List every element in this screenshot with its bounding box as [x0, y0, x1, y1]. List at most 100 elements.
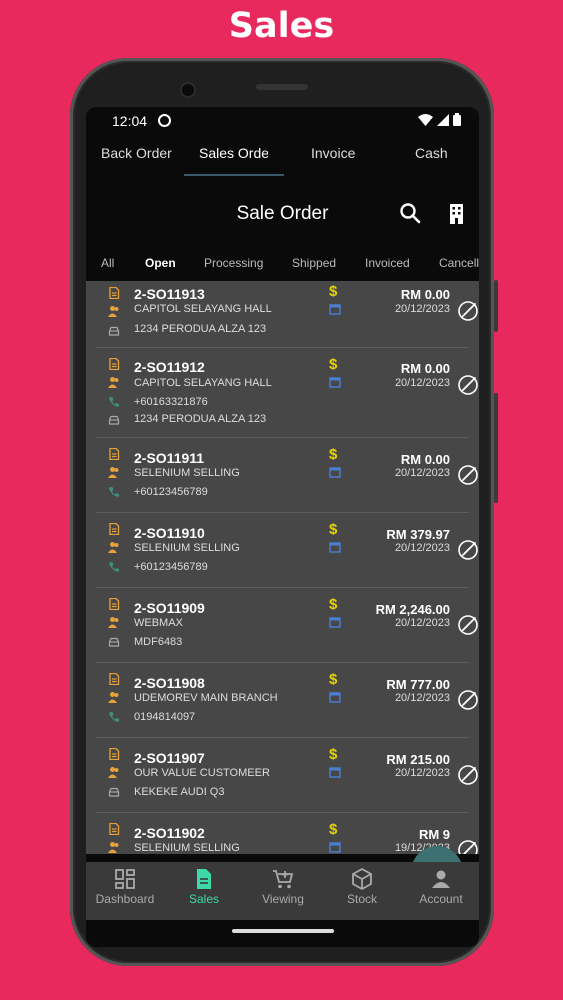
approve-icon[interactable]	[457, 300, 479, 322]
nav-account[interactable]: Account	[405, 868, 477, 906]
customer-name: UDEMOREV MAIN BRANCH	[134, 692, 278, 704]
approve-icon[interactable]	[457, 539, 479, 561]
order-amount: RM 2,246.00	[375, 602, 450, 617]
customer-icon	[108, 842, 119, 853]
order-card[interactable]: 2-SO11908 UDEMOREV MAIN BRANCH 019481409…	[86, 663, 479, 737]
phone-text: +60163321876	[134, 396, 208, 408]
nav-stock[interactable]: Stock	[326, 868, 398, 906]
phone-frame: 12:04 Back Order Sales Order Invoice Cas…	[70, 58, 498, 966]
filter-invoiced[interactable]: Invoiced	[365, 256, 410, 270]
order-card[interactable]: 2-SO11913 CAPITOL SELAYANG HALL 1234 PER…	[86, 281, 479, 347]
status-bar: 12:04	[86, 107, 479, 133]
notification-icon	[158, 114, 171, 127]
order-amount: RM 0.00	[400, 287, 450, 302]
vehicle-text: MDF6483	[134, 636, 183, 648]
filter-open[interactable]: Open	[145, 256, 176, 270]
building-icon[interactable]	[444, 201, 470, 227]
car-icon	[108, 637, 120, 647]
document-icon	[109, 748, 120, 760]
app-screen: 12:04 Back Order Sales Order Invoice Cas…	[86, 107, 479, 947]
order-amount: RM 379.97	[386, 527, 450, 542]
cart-icon	[273, 870, 294, 889]
search-icon[interactable]	[398, 201, 424, 227]
status-icons	[418, 113, 461, 126]
document-icon	[109, 448, 120, 460]
tab-sales-order[interactable]: Sales Order	[199, 145, 268, 161]
order-number: 2-SO11913	[134, 286, 205, 302]
order-number: 2-SO11908	[134, 675, 205, 691]
order-number: 2-SO11912	[134, 359, 205, 375]
approve-icon[interactable]	[457, 464, 479, 486]
order-amount: RM 0.00	[400, 452, 450, 467]
battery-icon	[453, 113, 461, 126]
filter-shipped[interactable]: Shipped	[292, 256, 336, 270]
volume-button	[494, 393, 498, 503]
calendar-icon	[329, 692, 341, 703]
nav-label: Sales	[188, 892, 220, 906]
order-amount: RM 9	[418, 827, 450, 842]
tab-invoice[interactable]: Invoice	[311, 145, 355, 161]
order-number: 2-SO11909	[134, 600, 205, 616]
page-caption: Sales	[228, 6, 335, 46]
dollar-icon: $	[329, 821, 338, 838]
dollar-icon: $	[329, 356, 338, 373]
vehicle-text: 1234 PERODUA ALZA 123	[134, 413, 267, 425]
customer-icon	[108, 467, 119, 478]
dollar-icon: $	[329, 446, 338, 463]
app-toolbar: Sale Order	[86, 191, 479, 239]
order-date: 20/12/2023	[394, 767, 450, 779]
tab-back-order[interactable]: Back Order	[101, 145, 172, 161]
nav-sales[interactable]: Sales	[168, 868, 240, 906]
filter-processing[interactable]: Processing	[204, 256, 263, 270]
power-button	[494, 280, 498, 332]
dollar-icon: $	[329, 521, 338, 538]
phone-text: +60123456789	[134, 561, 208, 573]
calendar-icon	[329, 304, 341, 315]
customer-icon	[108, 692, 119, 703]
nav-label: Viewing	[262, 892, 304, 906]
filter-all[interactable]: All	[101, 256, 114, 270]
order-card[interactable]: 2-SO11902 SELENIUM SELLING $ RM 9 19/12/…	[86, 813, 479, 854]
order-card[interactable]: 2-SO11912 CAPITOL SELAYANG HALL +6016332…	[86, 348, 479, 437]
car-icon	[108, 415, 120, 425]
nav-viewing[interactable]: Viewing	[247, 868, 319, 906]
approve-icon[interactable]	[457, 689, 479, 711]
document-icon	[109, 598, 120, 610]
customer-icon	[108, 377, 119, 388]
customer-name: SELENIUM SELLING	[134, 542, 240, 554]
customer-name: WEBMAX	[134, 617, 183, 629]
dollar-icon: $	[329, 746, 338, 763]
approve-icon[interactable]	[457, 839, 479, 854]
order-list: 2-SO11913 CAPITOL SELAYANG HALL 1234 PER…	[86, 281, 479, 854]
order-number: 2-SO11907	[134, 750, 205, 766]
calendar-icon	[329, 542, 341, 553]
order-date: 20/12/2023	[394, 542, 450, 554]
wifi-icon	[418, 113, 433, 126]
order-card[interactable]: 2-SO11911 SELENIUM SELLING +60123456789 …	[86, 438, 479, 512]
order-card[interactable]: 2-SO11909 WEBMAX MDF6483 $ RM 2,246.00 2…	[86, 588, 479, 662]
order-date: 20/12/2023	[394, 303, 450, 315]
customer-name: OUR VALUE CUSTOMEER	[134, 767, 270, 779]
approve-icon[interactable]	[457, 374, 479, 396]
approve-icon[interactable]	[457, 614, 479, 636]
top-tab-bar: Back Order Sales Order Invoice Cash	[86, 133, 479, 177]
order-date: 20/12/2023	[394, 377, 450, 389]
nav-dashboard[interactable]: Dashboard	[89, 868, 161, 906]
phone-icon	[109, 562, 119, 572]
phone-text: 0194814097	[134, 711, 196, 723]
status-filter-bar: All Open Processing Shipped Invoiced Can…	[86, 251, 479, 283]
approve-icon[interactable]	[457, 764, 479, 786]
customer-name: CAPITOL SELAYANG HALL	[134, 303, 272, 315]
customer-name: CAPITOL SELAYANG HALL	[134, 377, 272, 389]
calendar-icon	[329, 617, 341, 628]
document-icon	[109, 287, 120, 299]
order-number: 2-SO11910	[134, 525, 205, 541]
phone-icon	[109, 487, 119, 497]
document-icon	[109, 358, 120, 370]
tab-cash[interactable]: Cash	[415, 145, 448, 161]
order-date: 20/12/2023	[394, 467, 450, 479]
car-icon	[108, 326, 120, 336]
order-card[interactable]: 2-SO11910 SELENIUM SELLING +60123456789 …	[86, 513, 479, 587]
order-card[interactable]: 2-SO11907 OUR VALUE CUSTOMEER KEKEKE AUD…	[86, 738, 479, 812]
filter-cancelled[interactable]: Cancelle	[439, 256, 479, 270]
